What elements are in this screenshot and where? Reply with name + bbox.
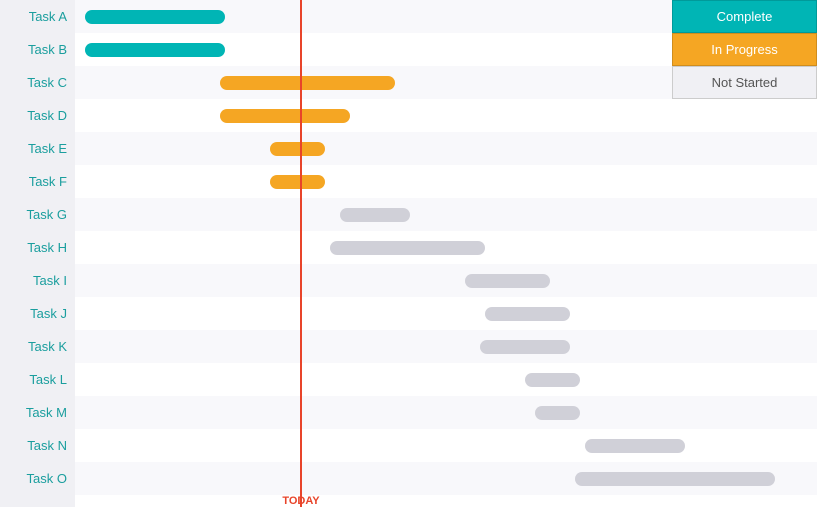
gantt-row-10	[75, 330, 817, 363]
bar-7	[330, 241, 485, 255]
gantt-row-11	[75, 363, 817, 396]
bar-0	[85, 10, 225, 24]
legend: Complete In Progress Not Started	[672, 0, 817, 99]
gantt-row-3	[75, 99, 817, 132]
bar-5	[270, 175, 325, 189]
legend-complete-label: Complete	[717, 9, 773, 24]
today-line: TODAY	[300, 0, 302, 507]
bar-11	[525, 373, 580, 387]
gantt-row-6	[75, 198, 817, 231]
bar-1	[85, 43, 225, 57]
gantt-chart: Task ATask BTask CTask DTask ETask FTask…	[0, 0, 817, 507]
legend-inprogress[interactable]: In Progress	[672, 33, 817, 66]
legend-notstarted-label: Not Started	[712, 75, 778, 90]
bar-9	[485, 307, 570, 321]
task-label-column: Task ATask BTask CTask DTask ETask FTask…	[0, 0, 75, 507]
gantt-row-14	[75, 462, 817, 495]
bar-13	[585, 439, 685, 453]
task-label-task-c: Task C	[0, 66, 75, 99]
task-label-task-e: Task E	[0, 132, 75, 165]
gantt-row-9	[75, 297, 817, 330]
task-label-task-a: Task A	[0, 0, 75, 33]
task-label-task-j: Task J	[0, 297, 75, 330]
bar-4	[270, 142, 325, 156]
bar-8	[465, 274, 550, 288]
bar-2	[220, 76, 395, 90]
gantt-row-8	[75, 264, 817, 297]
bar-12	[535, 406, 580, 420]
task-label-task-o: Task O	[0, 462, 75, 495]
task-label-task-d: Task D	[0, 99, 75, 132]
bar-14	[575, 472, 775, 486]
task-label-task-f: Task F	[0, 165, 75, 198]
gantt-row-13	[75, 429, 817, 462]
task-label-task-m: Task M	[0, 396, 75, 429]
legend-notstarted[interactable]: Not Started	[672, 66, 817, 99]
bar-6	[340, 208, 410, 222]
gantt-row-4	[75, 132, 817, 165]
task-label-task-b: Task B	[0, 33, 75, 66]
legend-inprogress-label: In Progress	[711, 42, 777, 57]
task-label-task-k: Task K	[0, 330, 75, 363]
gantt-row-12	[75, 396, 817, 429]
bar-3	[220, 109, 350, 123]
task-label-task-n: Task N	[0, 429, 75, 462]
gantt-row-7	[75, 231, 817, 264]
bar-10	[480, 340, 570, 354]
task-label-task-h: Task H	[0, 231, 75, 264]
today-label: TODAY	[282, 495, 319, 507]
gantt-row-5	[75, 165, 817, 198]
task-label-task-l: Task L	[0, 363, 75, 396]
task-label-task-g: Task G	[0, 198, 75, 231]
task-label-task-i: Task I	[0, 264, 75, 297]
legend-complete[interactable]: Complete	[672, 0, 817, 33]
